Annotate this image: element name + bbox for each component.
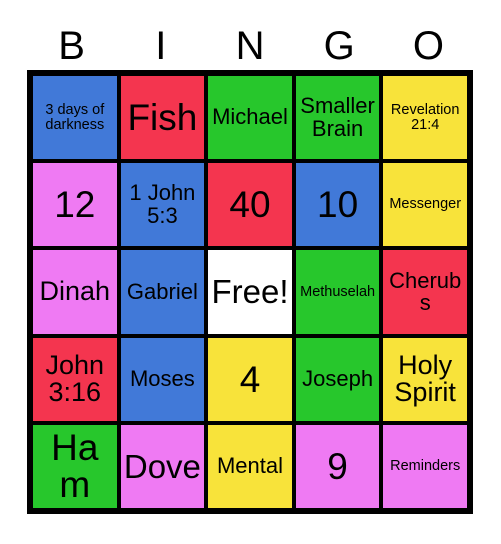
bingo-cell-label: Dove	[123, 447, 201, 485]
bingo-header-letter-g: G	[323, 24, 355, 68]
bingo-cell[interactable]: Revelation 21:4	[381, 74, 469, 162]
bingo-cell[interactable]: 10	[293, 161, 382, 249]
bingo-cell-label: Dinah	[39, 276, 111, 307]
bingo-cell[interactable]: 40	[206, 161, 294, 249]
bingo-cell-label: Messenger	[389, 196, 462, 213]
bingo-cell[interactable]: Smaller Brain	[293, 74, 382, 162]
bingo-cell-label: 40	[229, 184, 271, 226]
bingo-cell-label: Smaller Brain	[300, 93, 375, 141]
bingo-cell[interactable]: Cherubs	[381, 248, 469, 336]
bingo-cell-label: Michael	[212, 104, 288, 130]
bingo-cell[interactable]: Joseph	[293, 335, 382, 423]
bingo-cell-label: 4	[239, 358, 261, 400]
bingo-cell[interactable]: John 3:16	[31, 335, 119, 423]
bingo-cell-label: 3 days of darkness	[45, 101, 105, 133]
bingo-cell-label: Free!	[211, 273, 289, 311]
bingo-cell[interactable]: Michael	[206, 74, 294, 162]
bingo-cell[interactable]: 4	[206, 335, 294, 423]
bingo-cell-label: Mental	[216, 453, 284, 479]
bingo-grid: 3 days of darkness Fish Michael Smaller Bra…	[27, 70, 473, 514]
bingo-cell[interactable]: Ham	[31, 422, 119, 510]
bingo-cell-label: 10	[317, 184, 359, 226]
bingo-cell[interactable]: 9	[293, 422, 382, 510]
bingo-header-letter-n: N	[235, 24, 265, 68]
bingo-header-row: BINGO	[27, 22, 473, 70]
bingo-card: B I N G O 3 days of darkness Fish Michael Small…	[0, 0, 501, 544]
bingo-cell-label: Gabriel	[126, 278, 198, 304]
bingo-cell[interactable]: Holy Spirit	[381, 335, 469, 423]
bingo-cell[interactable]: 12	[31, 161, 119, 249]
bingo-cell[interactable]: Mental	[206, 422, 294, 510]
bingo-free-space[interactable]: Free!	[206, 248, 294, 336]
bingo-cell-label: Joseph	[302, 365, 374, 391]
bingo-header-letter-o: O	[412, 24, 444, 68]
bingo-cell-label: Ham	[51, 427, 99, 506]
bingo-cell-label: Methuselah	[300, 283, 376, 300]
bingo-cell-label: John 3:16	[45, 349, 105, 408]
bingo-cell[interactable]: Messenger	[381, 161, 469, 249]
bingo-header-letter-i: I	[155, 24, 167, 68]
bingo-cell[interactable]: Dinah	[31, 248, 119, 336]
bingo-cell[interactable]: Fish	[118, 74, 207, 162]
bingo-cell[interactable]: Reminders	[381, 422, 469, 510]
bingo-cell-label: 9	[327, 445, 348, 487]
bingo-cell-label: Cherubs	[389, 267, 462, 315]
bingo-cell-label: Moses	[129, 365, 195, 391]
bingo-cell-label: Revelation 21:4	[390, 101, 460, 133]
bingo-cell[interactable]: Moses	[118, 335, 207, 423]
bingo-cell[interactable]: Methuselah	[293, 248, 382, 336]
bingo-cell[interactable]: 3 days of darkness	[31, 74, 119, 162]
bingo-cell-label: Holy Spirit	[394, 349, 456, 408]
bingo-cell-label: Reminders	[390, 458, 461, 474]
bingo-cell-label: Fish	[127, 97, 198, 139]
bingo-cell[interactable]: Gabriel	[118, 248, 207, 336]
bingo-cell[interactable]: 1 John 5:3	[118, 161, 207, 249]
bingo-cell-label: 12	[54, 184, 96, 226]
bingo-cell-label: 1 John 5:3	[129, 180, 196, 228]
bingo-cell[interactable]: Dove	[118, 422, 207, 510]
bingo-header-letter-b: B	[58, 24, 85, 68]
